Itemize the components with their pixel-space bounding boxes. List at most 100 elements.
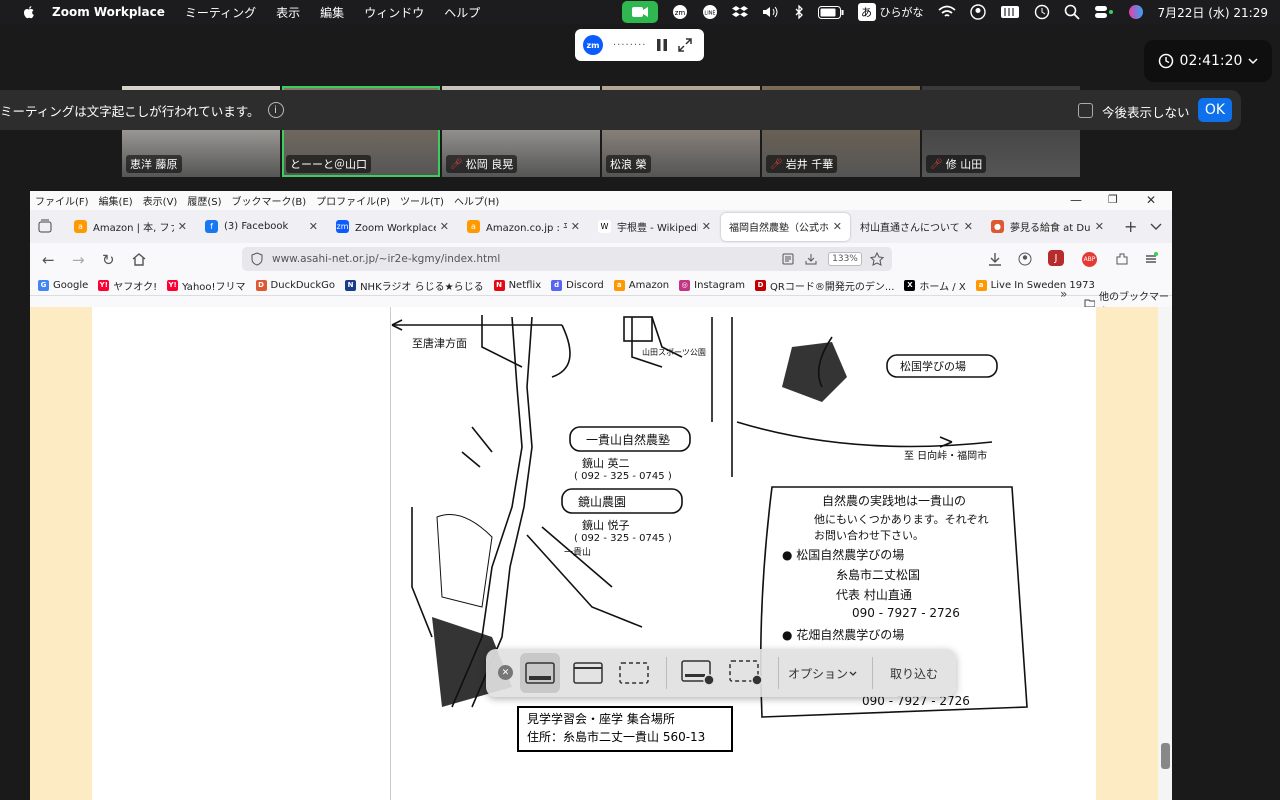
expand-icon[interactable] (678, 38, 693, 52)
control-center-icon[interactable] (1094, 4, 1114, 20)
browser-tab[interactable]: f (3) Facebook ✕ (197, 213, 326, 241)
record-screen-icon[interactable] (678, 653, 718, 693)
close-toolbar-icon[interactable]: ✕ (498, 665, 513, 680)
scrollbar-thumb[interactable] (1161, 743, 1170, 769)
bookmark-item[interactable]: G Google (38, 279, 88, 291)
input-method[interactable]: あひらがな (857, 3, 924, 21)
zoom-camera-status-icon[interactable] (621, 1, 658, 23)
bookmark-item[interactable]: Y! Yahoo!フリマ (167, 278, 246, 293)
menu-help[interactable]: ヘルプ (444, 4, 480, 21)
address-bar[interactable]: www.asahi-net.or.jp/~ir2e-kgmy/index.htm… (242, 247, 892, 271)
wifi-icon[interactable] (937, 5, 956, 19)
search-icon[interactable] (1064, 4, 1080, 20)
adblock-icon[interactable]: ABP (1082, 252, 1097, 267)
browser-tab[interactable]: ● 夢見る給食 at Duck ✕ (983, 213, 1112, 241)
close-tab-icon[interactable]: ✕ (1095, 220, 1104, 233)
capture-screen-icon[interactable] (520, 653, 560, 693)
save-page-icon[interactable] (805, 253, 817, 265)
pause-icon[interactable] (656, 38, 668, 52)
browser-menu-item[interactable]: プロファイル(P) (316, 193, 390, 208)
app-menu-icon[interactable] (1144, 252, 1158, 266)
capture-selection-icon[interactable] (614, 653, 654, 693)
tab-list-chevron-icon[interactable] (1150, 223, 1162, 231)
app-name[interactable]: Zoom Workplace (52, 5, 165, 19)
bookmark-item[interactable]: D DuckDuckGo (255, 279, 335, 291)
browser-tab[interactable]: a Amazon | 本, ファッ ✕ (66, 213, 195, 241)
bookmark-item[interactable]: Y! ヤフオク! (98, 278, 157, 293)
reload-icon[interactable]: ↻ (102, 251, 115, 269)
bookmark-item[interactable]: N NHKラジオ らじる★らじる (345, 278, 484, 293)
close-tab-icon[interactable]: ✕ (440, 220, 449, 233)
meeting-timer[interactable]: 02:41:20 (1144, 40, 1272, 82)
capture-window-icon[interactable] (568, 653, 608, 693)
bookmark-item[interactable]: N Netflix (493, 279, 541, 291)
browser-menu-item[interactable]: ツール(T) (400, 193, 444, 208)
close-tab-icon[interactable]: ✕ (571, 220, 580, 233)
browser-menu-item[interactable]: ファイル(F) (35, 193, 89, 208)
bookmark-item[interactable]: X ホーム / X (904, 278, 966, 293)
home-icon[interactable] (132, 252, 146, 266)
minimize-icon[interactable]: — (1070, 193, 1082, 207)
browser-menu-item[interactable]: ブックマーク(B) (232, 193, 307, 208)
url-text[interactable]: www.asahi-net.or.jp/~ir2e-kgmy/index.htm… (272, 253, 500, 265)
close-tab-icon[interactable]: ✕ (833, 220, 842, 233)
downloads-icon[interactable] (988, 252, 1002, 266)
bookmark-item[interactable]: d Discord (551, 279, 604, 291)
zoom-tray-icon[interactable]: zm (672, 4, 688, 20)
back-icon[interactable]: ← (42, 251, 55, 269)
tab-overview-icon[interactable] (38, 219, 52, 233)
menu-window[interactable]: ウィンドウ (364, 4, 424, 21)
new-tab-icon[interactable]: + (1124, 217, 1137, 236)
drag-handle-icon[interactable]: ········ (613, 40, 646, 51)
volume-icon[interactable] (762, 5, 780, 19)
bookmark-item[interactable]: D QRコード®開発元のデン... (755, 278, 894, 293)
zoom-floating-controls[interactable]: zm ········ (575, 29, 704, 61)
clock[interactable]: 7月22日 (水) 21:29 (1158, 4, 1268, 21)
close-tab-icon[interactable]: ✕ (702, 220, 711, 233)
menu-meeting[interactable]: ミーティング (185, 4, 256, 21)
close-tab-icon[interactable]: ✕ (178, 220, 187, 233)
restore-icon[interactable]: ❐ (1108, 193, 1118, 206)
dont-show-label[interactable]: 今後表示しない (1102, 102, 1190, 121)
record-selection-icon[interactable] (726, 653, 766, 693)
forward-icon[interactable]: → (72, 251, 85, 269)
shield-icon[interactable] (251, 252, 263, 266)
line-icon[interactable]: LINE (702, 4, 718, 20)
close-window-icon[interactable]: ✕ (1146, 193, 1156, 207)
browser-tab[interactable]: 村山直通さんについて｜ ✕ (852, 213, 981, 241)
browser-menu-item[interactable]: 編集(E) (99, 193, 133, 208)
bookmark-overflow-icon[interactable]: » (1060, 287, 1067, 301)
browser-menu-item[interactable]: 履歴(S) (187, 193, 221, 208)
bluetooth-icon[interactable] (794, 5, 804, 19)
reader-view-icon[interactable] (782, 253, 794, 265)
time-machine-icon[interactable] (1034, 4, 1050, 20)
info-icon[interactable]: i (267, 102, 284, 118)
dropbox-icon[interactable] (731, 5, 748, 19)
close-tab-icon[interactable]: ✕ (964, 220, 973, 233)
browser-tab[interactable]: W 宇根豊 - Wikipedia ✕ (590, 213, 719, 241)
battery-icon[interactable] (817, 5, 844, 19)
page-scrollbar[interactable] (1158, 307, 1172, 800)
browser-tab[interactable]: 福岡自然農塾（公式ホ ✕ (721, 212, 850, 241)
menu-view[interactable]: 表示 (276, 4, 300, 21)
siri-icon[interactable] (1128, 4, 1144, 20)
account-icon[interactable] (1018, 252, 1032, 266)
extensions-icon[interactable] (1115, 252, 1129, 266)
dont-show-checkbox[interactable] (1078, 103, 1093, 118)
browser-menu-item[interactable]: ヘルプ(H) (454, 193, 499, 208)
close-tab-icon[interactable]: ✕ (309, 220, 318, 233)
browser-menu-item[interactable]: 表示(V) (143, 193, 178, 208)
zoom-level[interactable]: 133% (828, 252, 862, 266)
bookmark-item[interactable]: a Amazon (613, 279, 669, 291)
bookmark-item[interactable]: a Live In Sweden 1973 (975, 279, 1095, 291)
user-icon[interactable] (969, 4, 986, 20)
memory-icon[interactable] (1000, 5, 1020, 19)
options-button[interactable]: オプション (788, 665, 858, 682)
ok-button[interactable]: OK (1198, 98, 1232, 122)
browser-tab[interactable]: zm Zoom Workplace メ ✕ (328, 213, 457, 241)
capture-button[interactable]: 取り込む (890, 665, 938, 682)
apple-icon[interactable] (20, 3, 38, 21)
bookmark-star-icon[interactable] (870, 252, 884, 266)
browser-tab[interactable]: a Amazon.co.jp : 平 ✕ (459, 213, 588, 241)
extension-badge-icon[interactable]: J (1048, 250, 1064, 266)
